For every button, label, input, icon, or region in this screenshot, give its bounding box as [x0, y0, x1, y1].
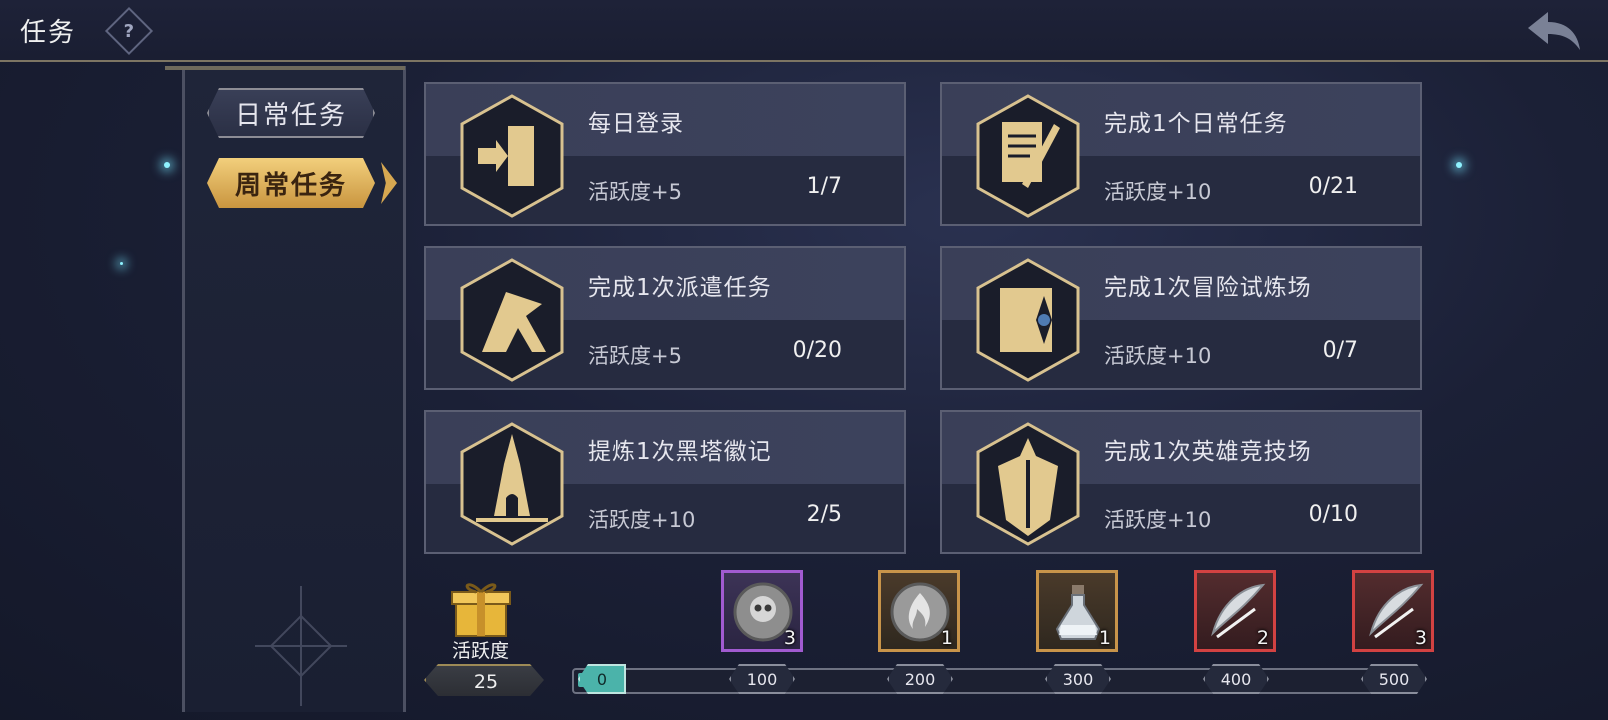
activity-label: 活跃度 — [452, 640, 510, 662]
sidebar: 日常任务 周常任务 — [165, 66, 406, 712]
task-points: 活跃度+10 — [588, 508, 696, 532]
task-progress: 0/20 — [792, 338, 842, 363]
compass-map-icon — [976, 258, 1080, 382]
task-card[interactable]: 完成1次英雄竞技场 活跃度+10 0/10 — [940, 410, 1422, 554]
reward-chest[interactable]: 1 — [878, 570, 960, 652]
task-points: 活跃度+10 — [1104, 180, 1212, 204]
task-name: 每日登录 — [588, 111, 684, 137]
black-tower-icon — [460, 422, 564, 546]
task-name: 完成1次冒险试炼场 — [1104, 275, 1312, 301]
login-door-icon — [460, 94, 564, 218]
task-points: 活跃度+10 — [1104, 508, 1212, 532]
task-name: 完成1次派遣任务 — [588, 275, 772, 301]
reward-chest[interactable]: 2 — [1194, 570, 1276, 652]
tab-daily-tasks[interactable]: 日常任务 — [207, 88, 375, 138]
task-progress: 2/5 — [806, 502, 842, 527]
task-card[interactable]: 完成1次冒险试炼场 活跃度+10 0/7 — [940, 246, 1422, 390]
reward-quantity: 3 — [783, 627, 796, 649]
task-card[interactable]: 完成1个日常任务 活跃度+10 0/21 — [940, 82, 1422, 226]
reward-chest[interactable]: 3 — [1352, 570, 1434, 652]
selected-tab-arrow-icon — [381, 162, 397, 204]
ornament-icon — [255, 586, 347, 706]
milestone-marker: 100 — [729, 664, 795, 694]
question-icon: ? — [123, 20, 135, 42]
reward-quantity: 1 — [940, 627, 953, 649]
task-card[interactable]: 提炼1次黑塔徽记 活跃度+10 2/5 — [424, 410, 906, 554]
tab-weekly-tasks[interactable]: 周常任务 — [207, 158, 375, 208]
milestone-marker: 0 — [578, 664, 626, 694]
milestone-marker: 400 — [1203, 664, 1269, 694]
reward-chest[interactable]: 1 — [1036, 570, 1118, 652]
sidebar-divider — [165, 66, 405, 70]
flag-tent-icon — [460, 258, 564, 382]
task-progress: 1/7 — [806, 174, 842, 199]
reward-quantity: 3 — [1414, 627, 1427, 649]
task-points: 活跃度+5 — [588, 344, 682, 368]
page-title: 任务 — [20, 18, 77, 48]
scroll-sword-icon — [976, 94, 1080, 218]
milestone-marker: 300 — [1045, 664, 1111, 694]
reward-quantity: 2 — [1256, 627, 1269, 649]
gift-box-icon[interactable] — [446, 578, 516, 638]
task-card[interactable]: 完成1次派遣任务 活跃度+5 0/20 — [424, 246, 906, 390]
task-progress: 0/7 — [1322, 338, 1358, 363]
task-progress: 0/10 — [1308, 502, 1358, 527]
task-points: 活跃度+10 — [1104, 344, 1212, 368]
task-name: 提炼1次黑塔徽记 — [588, 439, 772, 465]
task-progress: 0/21 — [1308, 174, 1358, 199]
activity-value: 25 — [424, 664, 544, 696]
task-points: 活跃度+5 — [588, 180, 682, 204]
help-button[interactable]: ? — [104, 6, 154, 56]
milestone-marker: 200 — [887, 664, 953, 694]
task-name: 完成1次英雄竞技场 — [1104, 439, 1312, 465]
reward-chest[interactable]: 3 — [721, 570, 803, 652]
back-arrow-icon[interactable] — [1526, 8, 1582, 52]
task-name: 完成1个日常任务 — [1104, 111, 1288, 137]
reward-quantity: 1 — [1098, 627, 1111, 649]
milestone-marker: 500 — [1361, 664, 1427, 694]
top-bar: 任务 ? — [0, 0, 1608, 62]
activity-progress-bar — [572, 668, 1416, 694]
task-card[interactable]: 每日登录 活跃度+5 1/7 — [424, 82, 906, 226]
hero-arena-icon — [976, 422, 1080, 546]
